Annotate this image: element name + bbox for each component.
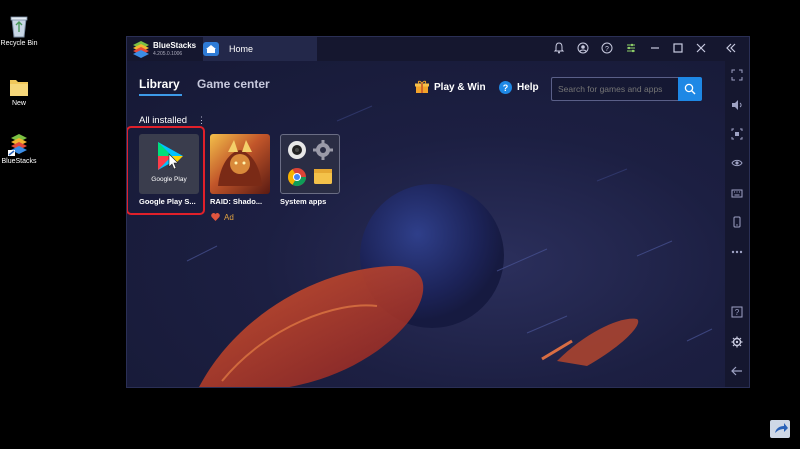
bluestacks-logo-icon bbox=[8, 134, 27, 156]
section-menu-icon[interactable]: ⋮ bbox=[197, 115, 206, 126]
home-tab-label: Home bbox=[229, 44, 254, 54]
phone-icon[interactable] bbox=[730, 216, 744, 230]
desktop-icon-recycle-bin[interactable]: Recycle Bin bbox=[0, 14, 38, 47]
help-square-icon[interactable]: ? bbox=[730, 306, 744, 320]
desktop-icon-label: New bbox=[11, 100, 26, 107]
help-icon[interactable]: ? bbox=[600, 42, 614, 56]
home-icon bbox=[203, 42, 219, 56]
volume-icon[interactable] bbox=[730, 99, 744, 113]
app-name-system-apps: System apps bbox=[280, 197, 327, 206]
tab-library[interactable]: Library bbox=[139, 77, 180, 91]
help-label: Help bbox=[517, 82, 539, 93]
bell-icon[interactable] bbox=[552, 42, 566, 56]
app-brand: BlueStacks 4.205.0.1006 bbox=[129, 39, 201, 59]
app-name-raid: RAID: Shado... bbox=[210, 197, 263, 206]
desktop-shortcut-icon[interactable] bbox=[770, 420, 790, 438]
title-bar[interactable]: BlueStacks 4.205.0.1006 Home ? bbox=[127, 37, 749, 61]
gift-icon bbox=[415, 80, 429, 93]
collapse-sidebar-icon[interactable] bbox=[724, 42, 738, 56]
minimize-icon[interactable] bbox=[648, 42, 662, 56]
keyboard-icon[interactable] bbox=[730, 187, 744, 201]
tab-library-underline bbox=[139, 94, 182, 96]
desktop-icon-label: Recycle Bin bbox=[0, 40, 38, 47]
settings-sliders-icon[interactable] bbox=[624, 42, 638, 56]
tab-home[interactable]: Home bbox=[203, 37, 317, 61]
svg-text:?: ? bbox=[605, 46, 609, 53]
home-content: Library Game center Play & Win ? Help Se… bbox=[127, 61, 725, 387]
raid-game-icon bbox=[210, 134, 270, 194]
more-options-icon[interactable] bbox=[730, 246, 744, 260]
tab-game-center[interactable]: Game center bbox=[197, 77, 270, 91]
account-icon[interactable] bbox=[576, 42, 590, 56]
search-input[interactable] bbox=[551, 77, 678, 101]
back-arrow-icon[interactable] bbox=[730, 365, 744, 379]
gear-icon[interactable] bbox=[730, 336, 744, 350]
maximize-icon[interactable] bbox=[671, 42, 685, 56]
search-button[interactable] bbox=[678, 77, 702, 101]
right-sidebar: ? bbox=[725, 61, 749, 387]
close-icon[interactable] bbox=[694, 42, 708, 56]
section-title-all-installed: All installed bbox=[139, 115, 188, 126]
heart-icon bbox=[211, 213, 220, 221]
svg-text:?: ? bbox=[503, 83, 509, 93]
play-win-label: Play & Win bbox=[434, 82, 486, 93]
recycle-bin-icon bbox=[10, 16, 28, 38]
bluestacks-logo-icon bbox=[133, 41, 149, 58]
desktop-icon-label: BlueStacks bbox=[1, 158, 37, 165]
help-circle-icon: ? bbox=[499, 81, 512, 94]
ad-badge: Ad bbox=[224, 213, 234, 222]
search-icon bbox=[684, 83, 696, 95]
eye-icon[interactable] bbox=[730, 157, 744, 171]
fullscreen-icon[interactable] bbox=[730, 69, 744, 83]
screenshot-icon[interactable] bbox=[730, 128, 744, 142]
desktop-icon-new-folder[interactable]: New bbox=[0, 76, 38, 107]
system-apps-icon bbox=[280, 134, 340, 194]
folder-icon bbox=[10, 80, 28, 96]
bluestacks-window: BlueStacks 4.205.0.1006 Home ? Library G… bbox=[126, 36, 750, 388]
app-name-google-play: Google Play S... bbox=[139, 197, 196, 206]
svg-text:?: ? bbox=[735, 308, 740, 317]
app-name: BlueStacks bbox=[153, 41, 197, 50]
desktop-icon-bluestacks[interactable]: BlueStacks bbox=[0, 132, 38, 165]
search-box bbox=[551, 77, 702, 101]
background-art bbox=[186, 105, 713, 387]
app-version: 4.205.0.1006 bbox=[153, 51, 183, 57]
